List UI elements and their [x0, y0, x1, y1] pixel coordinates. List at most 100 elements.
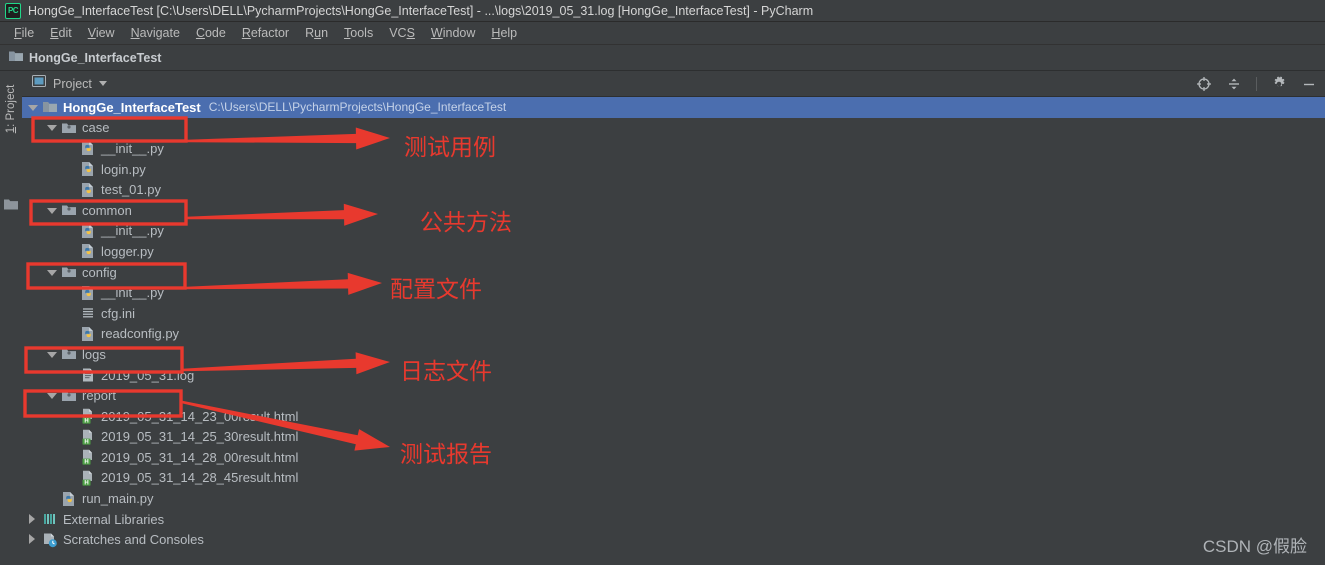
tree-row-label: report — [82, 388, 116, 404]
collapse-all-icon[interactable] — [1226, 76, 1242, 92]
tree-row[interactable]: report — [22, 385, 1325, 406]
minimize-icon[interactable] — [1301, 76, 1317, 92]
breadcrumb-project-name: HongGe_InterfaceTest — [29, 50, 162, 65]
tree-row[interactable]: cfg.ini — [22, 303, 1325, 324]
ini-file-icon — [80, 305, 96, 321]
html-file-icon: H — [80, 470, 96, 486]
folder-icon — [42, 99, 58, 115]
folder-icon — [9, 50, 23, 65]
chevron-down-icon[interactable] — [46, 267, 57, 278]
tree-row[interactable]: External Libraries — [22, 509, 1325, 530]
title-bar: PC HongGe_InterfaceTest [C:\Users\DELL\P… — [0, 0, 1325, 22]
project-view-icon — [32, 74, 46, 93]
tree-row-label: 2019_05_31_14_23_00result.html — [101, 408, 299, 424]
chevron-down-icon[interactable] — [46, 205, 57, 216]
tree-row[interactable]: 2019_05_31.log — [22, 365, 1325, 386]
tree-row[interactable]: common — [22, 200, 1325, 221]
tree-row[interactable]: H 2019_05_31_14_23_00result.html — [22, 406, 1325, 427]
python-file-icon — [80, 285, 96, 301]
project-tool-window: Project HongGe_InterfaceTest C:\Users\DE… — [22, 71, 1325, 565]
menu-item-view[interactable]: View — [80, 26, 123, 40]
chevron-right-icon[interactable] — [27, 534, 38, 545]
locate-icon[interactable] — [1196, 76, 1212, 92]
tree-row[interactable]: logs — [22, 344, 1325, 365]
chevron-down-icon[interactable] — [46, 122, 57, 133]
menu-item-refactor[interactable]: Refactor — [234, 26, 297, 40]
tree-row-label: test_01.py — [101, 182, 161, 198]
menu-item-edit[interactable]: Edit — [42, 26, 80, 40]
tree-row[interactable]: logger.py — [22, 241, 1325, 262]
tree-row-label: cfg.ini — [101, 305, 135, 321]
window-title: HongGe_InterfaceTest [C:\Users\DELL\Pych… — [28, 3, 814, 18]
tree-row[interactable]: readconfig.py — [22, 324, 1325, 345]
svg-text:H: H — [84, 460, 88, 466]
project-tool-window-title: Project — [53, 76, 92, 91]
svg-text:H: H — [84, 419, 88, 425]
tree-row[interactable]: Scratches and Consoles — [22, 529, 1325, 550]
pycharm-window: PC HongGe_InterfaceTest [C:\Users\DELL\P… — [0, 0, 1325, 565]
tree-row-label: logger.py — [101, 243, 154, 259]
project-tool-window-actions — [1196, 71, 1317, 97]
pycharm-logo-icon: PC — [5, 2, 21, 19]
menu-item-vcs[interactable]: VCS — [381, 26, 423, 40]
tree-row[interactable]: config — [22, 262, 1325, 283]
tree-row[interactable]: login.py — [22, 159, 1325, 180]
chevron-down-icon[interactable] — [46, 349, 57, 360]
html-file-icon: H — [80, 408, 96, 425]
tree-row[interactable]: run_main.py — [22, 488, 1325, 509]
html-file-icon: H — [80, 429, 96, 445]
project-tool-window-header: Project — [22, 71, 1325, 97]
menu-item-help[interactable]: Help — [483, 26, 525, 40]
tree-row-label: 2019_05_31_14_28_45result.html — [101, 470, 299, 486]
tree-row[interactable]: __init__.py — [22, 138, 1325, 159]
tree-row-label: logs — [82, 346, 106, 362]
tree-row[interactable]: H 2019_05_31_14_28_00result.html — [22, 447, 1325, 468]
menu-item-navigate[interactable]: Navigate — [123, 26, 188, 40]
tree-row[interactable]: H 2019_05_31_14_28_45result.html — [22, 468, 1325, 489]
chevron-right-icon[interactable] — [27, 513, 38, 525]
project-tree[interactable]: HongGe_InterfaceTest C:\Users\DELL\Pychar… — [22, 97, 1325, 565]
menu-item-tools[interactable]: Tools — [336, 26, 381, 40]
module-folder-icon — [61, 346, 77, 362]
chevron-down-icon[interactable] — [46, 390, 57, 401]
tree-row[interactable]: HongGe_InterfaceTest C:\Users\DELL\Pychar… — [22, 97, 1325, 118]
breadcrumb[interactable]: HongGe_InterfaceTest — [9, 50, 161, 65]
tree-row[interactable]: H 2019_05_31_14_25_30result.html — [22, 427, 1325, 448]
chevron-down-icon[interactable] — [98, 81, 107, 86]
tree-row-label: 2019_05_31_14_25_30result.html — [101, 429, 299, 445]
tree-row-label: common — [82, 202, 132, 218]
module-folder-icon — [61, 388, 77, 404]
log-file-icon — [80, 367, 96, 383]
tree-row[interactable]: test_01.py — [22, 179, 1325, 200]
gear-icon[interactable] — [1271, 76, 1287, 92]
menu-item-file[interactable]: File — [6, 26, 42, 40]
tree-row[interactable]: case — [22, 118, 1325, 139]
svg-text:H: H — [84, 480, 88, 486]
project-strip-folder-icon[interactable] — [4, 197, 18, 210]
tree-row-label: readconfig.py — [101, 326, 180, 342]
tree-row[interactable]: __init__.py — [22, 282, 1325, 303]
chevron-down-icon[interactable] — [27, 102, 38, 113]
python-file-icon — [80, 223, 96, 239]
toolbar-separator — [1256, 77, 1257, 91]
tree-row-label: External Libraries — [63, 511, 165, 527]
tree-row-label: __init__.py — [101, 285, 164, 301]
menu-item-code[interactable]: Code — [188, 26, 234, 40]
tree-row-path: C:\Users\DELL\PycharmProjects\HongGe_Int… — [208, 100, 507, 115]
tree-row-label: HongGe_InterfaceTest — [63, 99, 201, 115]
tree-row[interactable]: __init__.py — [22, 221, 1325, 242]
tool-window-tab-project[interactable]: 1: Project — [5, 72, 17, 146]
menu-item-window[interactable]: Window — [423, 26, 483, 40]
menu-item-run[interactable]: Run — [297, 26, 336, 40]
tree-row-label: case — [82, 120, 110, 136]
tree-row-label: __init__.py — [101, 140, 164, 156]
